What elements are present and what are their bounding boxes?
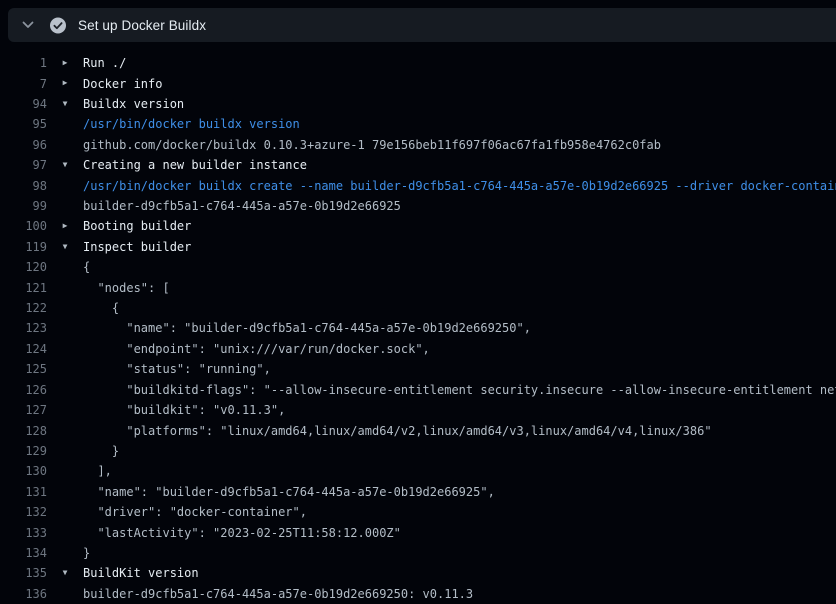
step-header[interactable]: Set up Docker Buildx <box>8 8 836 42</box>
chevron-down-icon[interactable] <box>20 17 36 33</box>
line-number[interactable]: 129 <box>0 444 47 458</box>
check-circle-icon <box>50 17 66 33</box>
line-number[interactable]: 120 <box>0 260 47 274</box>
group-label: BuildKit version <box>83 566 199 580</box>
log-line: 126 "buildkitd-flags": "--allow-insecure… <box>0 380 836 400</box>
log-line: 132 "driver": "docker-container", <box>0 502 836 522</box>
line-number[interactable]: 132 <box>0 505 47 519</box>
output-text: "driver": "docker-container", <box>83 505 307 519</box>
line-number[interactable]: 97 <box>0 158 47 172</box>
log-line: 136 builder-d9cfb5a1-c764-445a-a57e-0b19d… <box>0 584 836 604</box>
output-text: "status": "running", <box>83 362 271 376</box>
log-line: 120 { <box>0 257 836 277</box>
output-text: } <box>83 546 90 560</box>
log-group-line[interactable]: 119▼Inspect builder <box>0 237 836 257</box>
log-line: 129 } <box>0 441 836 461</box>
line-number[interactable]: 123 <box>0 321 47 335</box>
line-number[interactable]: 121 <box>0 281 47 295</box>
triangle-down-icon[interactable]: ▼ <box>47 94 83 114</box>
log-line: 123 "name": "builder-d9cfb5a1-c764-445a-… <box>0 318 836 338</box>
triangle-down-icon[interactable]: ▼ <box>47 563 83 583</box>
log-group-line[interactable]: 1▶Run ./ <box>0 53 836 73</box>
output-text: "endpoint": "unix:///var/run/docker.sock… <box>83 342 430 356</box>
line-number[interactable]: 126 <box>0 383 47 397</box>
command-text: /usr/bin/docker buildx create --name bui… <box>83 179 836 193</box>
triangle-down-icon[interactable]: ▼ <box>47 237 83 257</box>
output-text: } <box>83 444 119 458</box>
output-text: "buildkit": "v0.11.3", <box>83 403 285 417</box>
line-number[interactable]: 94 <box>0 97 47 111</box>
output-text: "lastActivity": "2023-02-25T11:58:12.000… <box>83 526 401 540</box>
group-label: Buildx version <box>83 97 184 111</box>
output-text: "name": "builder-d9cfb5a1-c764-445a-a57e… <box>83 485 495 499</box>
output-text: builder-d9cfb5a1-c764-445a-a57e-0b19d2e6… <box>83 587 473 601</box>
log-line: 96 github.com/docker/buildx 0.10.3+azure-… <box>0 135 836 155</box>
output-text: "nodes": [ <box>83 281 170 295</box>
line-number[interactable]: 131 <box>0 485 47 499</box>
line-number[interactable]: 133 <box>0 526 47 540</box>
log-line: 134} <box>0 543 836 563</box>
actions-log-viewer: Set up Docker Buildx 1▶Run ./7▶Docker in… <box>0 0 836 604</box>
output-text: builder-d9cfb5a1-c764-445a-a57e-0b19d2e6… <box>83 199 401 213</box>
log-group-line[interactable]: 135▼BuildKit version <box>0 563 836 583</box>
line-number[interactable]: 124 <box>0 342 47 356</box>
line-number[interactable]: 134 <box>0 546 47 560</box>
line-number[interactable]: 96 <box>0 138 47 152</box>
output-text: "platforms": "linux/amd64,linux/amd64/v2… <box>83 424 712 438</box>
group-label: Docker info <box>83 77 162 91</box>
triangle-right-icon[interactable]: ▶ <box>47 73 83 93</box>
log-line: 128 "platforms": "linux/amd64,linux/amd6… <box>0 420 836 440</box>
log-lines: 1▶Run ./7▶Docker info94▼Buildx version95… <box>0 42 836 604</box>
log-line: 99 builder-d9cfb5a1-c764-445a-a57e-0b19d2… <box>0 196 836 216</box>
line-number[interactable]: 1 <box>0 56 47 70</box>
output-text: github.com/docker/buildx 0.10.3+azure-1 … <box>83 138 661 152</box>
line-number[interactable]: 100 <box>0 219 47 233</box>
group-label: Booting builder <box>83 219 191 233</box>
line-number[interactable]: 125 <box>0 362 47 376</box>
log-line: 121 "nodes": [ <box>0 277 836 297</box>
line-number[interactable]: 127 <box>0 403 47 417</box>
line-number[interactable]: 95 <box>0 117 47 131</box>
line-number[interactable]: 122 <box>0 301 47 315</box>
line-number[interactable]: 98 <box>0 179 47 193</box>
log-group-line[interactable]: 100▶Booting builder <box>0 216 836 236</box>
log-line: 124 "endpoint": "unix:///var/run/docker.… <box>0 339 836 359</box>
output-text: { <box>83 260 90 274</box>
line-number[interactable]: 7 <box>0 77 47 91</box>
output-text: "name": "builder-d9cfb5a1-c764-445a-a57e… <box>83 321 531 335</box>
log-group-line[interactable]: 97▼Creating a new builder instance <box>0 155 836 175</box>
triangle-right-icon[interactable]: ▶ <box>47 53 83 73</box>
command-text: /usr/bin/docker buildx version <box>83 117 300 131</box>
line-number[interactable]: 135 <box>0 566 47 580</box>
log-line: 125 "status": "running", <box>0 359 836 379</box>
line-number[interactable]: 130 <box>0 464 47 478</box>
line-number[interactable]: 136 <box>0 587 47 601</box>
group-label: Run ./ <box>83 56 126 70</box>
triangle-right-icon[interactable]: ▶ <box>47 216 83 236</box>
log-line: 133 "lastActivity": "2023-02-25T11:58:12… <box>0 522 836 542</box>
log-line: 127 "buildkit": "v0.11.3", <box>0 400 836 420</box>
log-line: 122 { <box>0 298 836 318</box>
output-text: { <box>83 301 119 315</box>
triangle-down-icon[interactable]: ▼ <box>47 155 83 175</box>
log-group-line[interactable]: 7▶Docker info <box>0 73 836 93</box>
line-number[interactable]: 119 <box>0 240 47 254</box>
line-number[interactable]: 128 <box>0 424 47 438</box>
log-line: 95/usr/bin/docker buildx version <box>0 114 836 134</box>
output-text: ], <box>83 464 112 478</box>
group-label: Creating a new builder instance <box>83 158 307 172</box>
log-group-line[interactable]: 94▼Buildx version <box>0 94 836 114</box>
line-number[interactable]: 99 <box>0 199 47 213</box>
step-title: Set up Docker Buildx <box>78 18 206 33</box>
log-line: 131 "name": "builder-d9cfb5a1-c764-445a-… <box>0 482 836 502</box>
log-line: 130 ], <box>0 461 836 481</box>
output-text: "buildkitd-flags": "--allow-insecure-ent… <box>83 383 836 397</box>
group-label: Inspect builder <box>83 240 191 254</box>
log-line: 98/usr/bin/docker buildx create --name b… <box>0 175 836 195</box>
